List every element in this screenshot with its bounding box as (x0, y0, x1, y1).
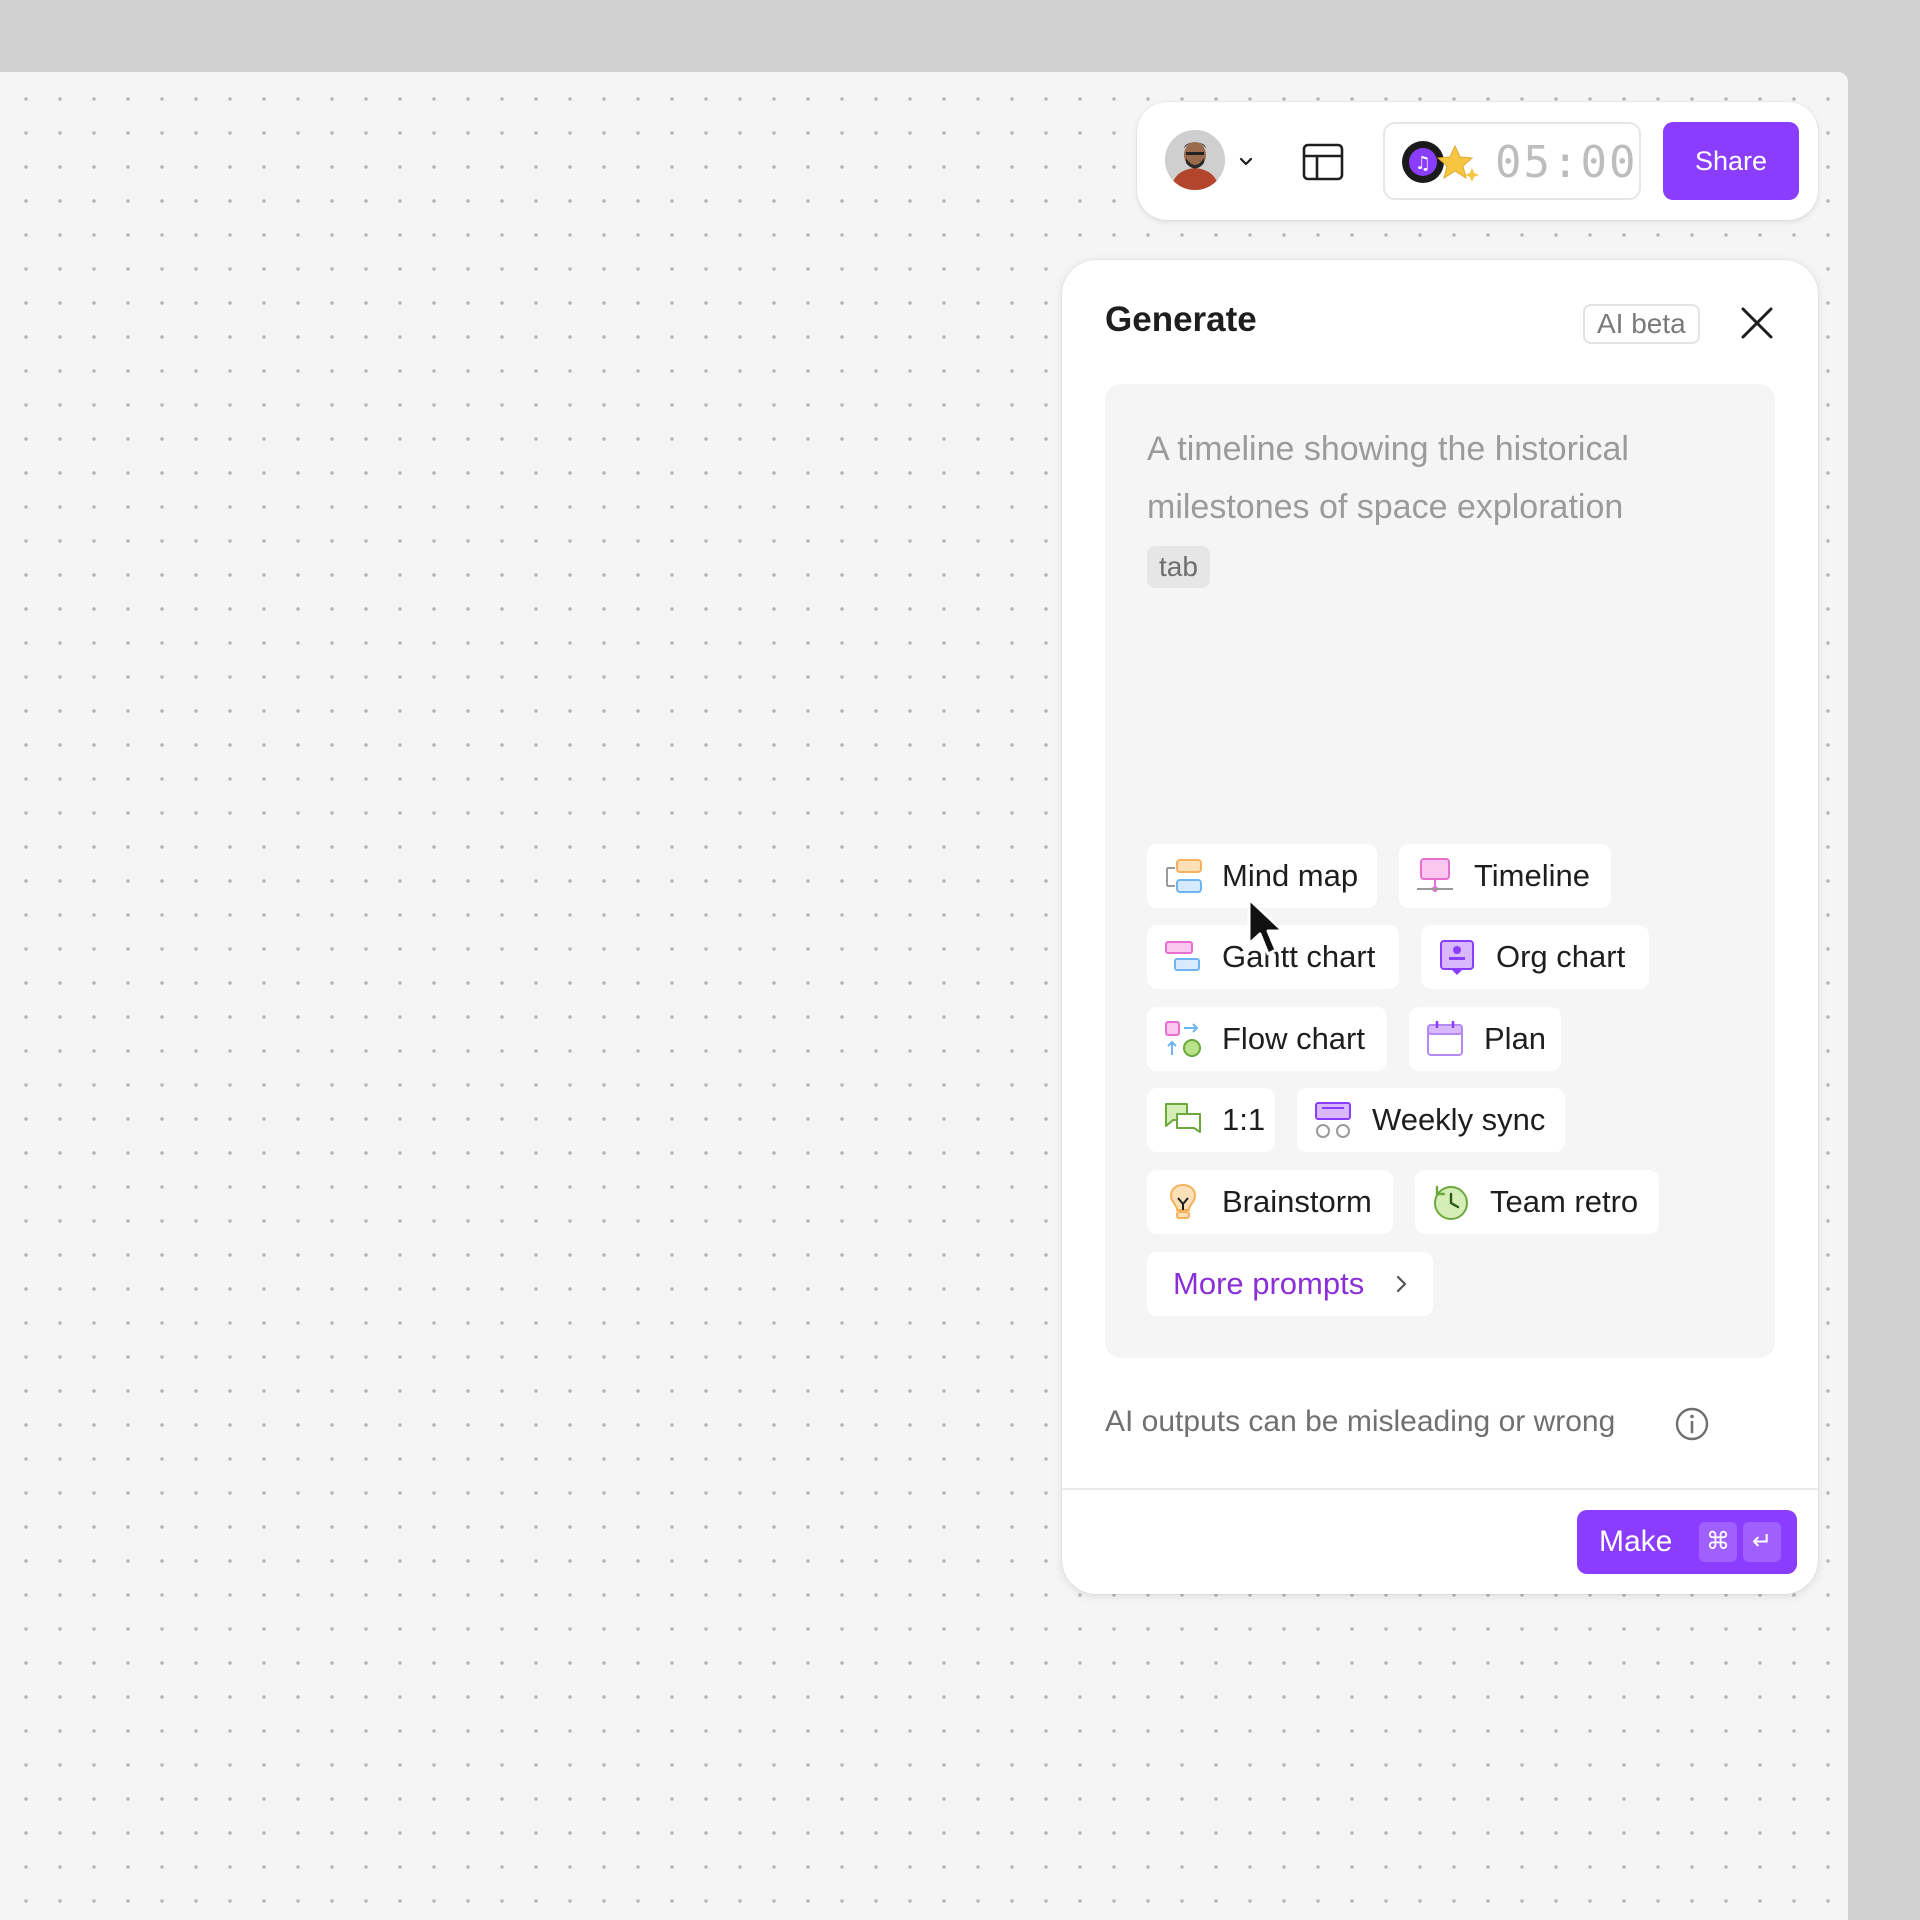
chip-label: Mind map (1222, 858, 1359, 893)
info-icon[interactable] (1674, 1406, 1710, 1442)
calendar-icon (1427, 1021, 1463, 1056)
prompt-placeholder: A timeline showing the historical milest… (1147, 430, 1629, 526)
chip-flow-chart[interactable]: Flow chart (1147, 1007, 1387, 1071)
ai-beta-badge: AI beta (1583, 304, 1700, 344)
gantt-chart-icon (1165, 941, 1200, 971)
mouse-cursor-icon (1247, 897, 1285, 956)
chip-label: Plan (1484, 1021, 1547, 1056)
close-icon[interactable] (1736, 302, 1778, 344)
clock-icon (1434, 1185, 1468, 1220)
star-sparkle-icon (1436, 144, 1479, 182)
chip-brainstorm[interactable]: Brainstorm (1147, 1170, 1393, 1234)
chip-label: Flow chart (1222, 1021, 1365, 1056)
chip-label: Brainstorm (1222, 1184, 1372, 1219)
prompt-input[interactable]: A timeline showing the historical milest… (1105, 384, 1775, 1358)
avatar[interactable] (1165, 130, 1225, 190)
chip-label: Gantt chart (1222, 939, 1376, 974)
chip-label: Org chart (1496, 939, 1626, 974)
more-prompts-label: More prompts (1173, 1266, 1365, 1301)
chip-team-retro[interactable]: Team retro (1415, 1170, 1659, 1234)
chip-label: Timeline (1474, 858, 1590, 893)
make-button[interactable]: Make ⌘ ↵ (1577, 1510, 1797, 1574)
flow-chart-icon (1165, 1021, 1201, 1057)
chip-weekly-sync[interactable]: Weekly sync (1297, 1088, 1565, 1152)
timeline-icon (1417, 858, 1453, 892)
tab-key-hint: tab (1147, 546, 1210, 588)
share-button[interactable]: Share (1663, 122, 1799, 200)
svg-text:♫: ♫ (1415, 153, 1431, 174)
chat-bubbles-icon (1165, 1103, 1201, 1133)
enter-key-hint: ↵ (1743, 1522, 1781, 1562)
chevron-right-icon (1396, 1275, 1407, 1293)
chip-label: 1:1 (1222, 1102, 1266, 1137)
timer[interactable]: ♫ 05:00 (1383, 122, 1641, 200)
generate-panel: Generate AI beta A timeline showing the … (1062, 260, 1818, 1594)
chip-label: Weekly sync (1372, 1102, 1546, 1137)
chip-timeline[interactable]: Timeline (1399, 844, 1611, 908)
chevron-down-icon[interactable] (1237, 152, 1255, 170)
mind-map-icon (1166, 859, 1202, 893)
ai-disclaimer: AI outputs can be misleading or wrong (1105, 1405, 1616, 1438)
chip-org-chart[interactable]: Org chart (1421, 925, 1649, 989)
chip-label: Team retro (1490, 1184, 1639, 1219)
footer-divider (1062, 1488, 1818, 1490)
make-label: Make (1599, 1525, 1673, 1558)
lightbulb-icon (1170, 1183, 1196, 1219)
cmd-key-hint: ⌘ (1699, 1522, 1737, 1562)
weekly-sync-icon (1315, 1102, 1351, 1138)
chip-one-on-one[interactable]: 1:1 (1147, 1088, 1275, 1152)
layout-icon[interactable] (1301, 140, 1345, 184)
org-chart-icon (1440, 940, 1474, 975)
timer-display: 05:00 (1495, 137, 1638, 188)
top-toolbar: ♫ 05:00 Share (1137, 102, 1818, 220)
chip-plan[interactable]: Plan (1409, 1007, 1561, 1071)
panel-title: Generate (1105, 300, 1257, 339)
more-prompts-link[interactable]: More prompts (1147, 1252, 1433, 1316)
